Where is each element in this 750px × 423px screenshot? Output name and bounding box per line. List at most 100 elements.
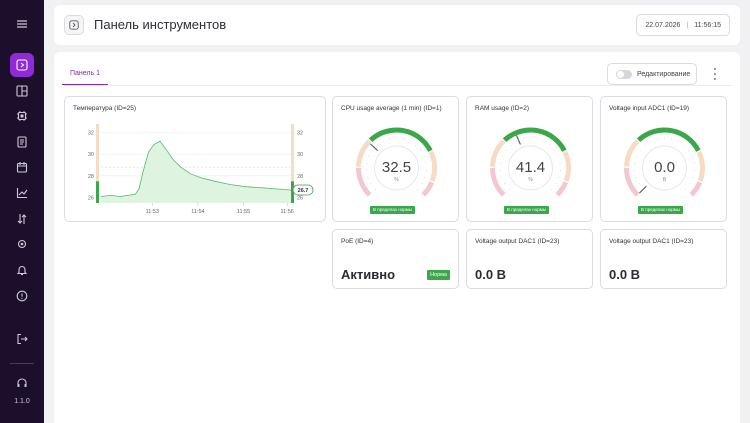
gauge-tick bbox=[557, 156, 559, 158]
poe-status-badge: Норма bbox=[427, 270, 450, 280]
cpu-gauge: 32.5% bbox=[356, 127, 437, 197]
x-tick-label: 11:55 bbox=[237, 209, 250, 215]
gauge-tick bbox=[692, 176, 694, 178]
gauge-tick bbox=[370, 183, 372, 185]
temperature-widget[interactable]: Температура (ID=25) 26 26 28 28 30 30 32 32 11:5… bbox=[64, 96, 326, 222]
y-tick-label-left: 32 bbox=[88, 130, 94, 136]
chip-icon[interactable] bbox=[10, 104, 34, 128]
temperature-chart: 26 26 28 28 30 30 32 32 11:53 11:54 11:55 11:56 26.7 bbox=[88, 124, 314, 215]
gauge-tick bbox=[374, 188, 376, 190]
gauge-tick bbox=[500, 162, 502, 164]
gauge-tick bbox=[671, 138, 672, 140]
bell-icon[interactable] bbox=[10, 258, 34, 282]
gauge-danger-low bbox=[356, 167, 372, 197]
sidebar: 1.1.0 bbox=[0, 0, 44, 423]
gauge-tick bbox=[403, 138, 404, 140]
collapse-button[interactable] bbox=[64, 15, 84, 35]
gauge-tick bbox=[664, 137, 665, 139]
gauge-tick bbox=[415, 144, 417, 146]
chart-icon[interactable] bbox=[10, 181, 34, 205]
gauge-warn-low bbox=[356, 139, 372, 167]
gauge-needle bbox=[516, 135, 521, 145]
gauge-tick bbox=[504, 183, 506, 185]
gauge-danger-high bbox=[689, 181, 703, 197]
poe-value: Активно bbox=[341, 267, 396, 282]
datetime-separator: | bbox=[686, 21, 689, 29]
gauge-tick bbox=[657, 138, 658, 140]
gauge-tick bbox=[424, 176, 426, 178]
gauge-tick bbox=[650, 140, 652, 142]
current-value-label: 26.7 bbox=[298, 188, 309, 194]
temperature-area bbox=[101, 141, 291, 203]
gauge-tick bbox=[516, 140, 518, 142]
dashboard-panel: Панель 1 Редактирование Температура (ID=… bbox=[54, 52, 740, 423]
adc-gauge: 0.0В bbox=[624, 127, 705, 197]
ram-gauge-widget[interactable]: RAM usage (ID=2) 41.4% В пределах нормы bbox=[466, 96, 593, 222]
gauge-tick bbox=[508, 188, 510, 190]
gear-icon[interactable] bbox=[10, 232, 34, 256]
tab-divider bbox=[62, 85, 732, 86]
more-options-button[interactable] bbox=[710, 66, 720, 82]
gauge-tick bbox=[382, 140, 384, 142]
gauge-danger-low bbox=[490, 167, 506, 197]
gauge-tick bbox=[683, 144, 685, 146]
transfer-icon[interactable] bbox=[10, 207, 34, 231]
gauge-value: 0.0 bbox=[654, 159, 675, 176]
cpu-gauge-widget[interactable]: CPU usage average (1 min) (ID=1) 32.5% В… bbox=[332, 96, 459, 222]
gauge-tick bbox=[423, 156, 425, 158]
gauge-tick bbox=[635, 176, 637, 178]
gauge-tick bbox=[368, 156, 370, 158]
gauge-tick bbox=[688, 149, 690, 151]
sidebar-divider bbox=[10, 363, 34, 364]
dac1-value: 0.0 В bbox=[475, 267, 507, 282]
gauge-tick bbox=[371, 149, 373, 151]
gauge-needle bbox=[370, 143, 378, 151]
gauge-tick bbox=[689, 183, 691, 185]
y-tick-label-right: 32 bbox=[297, 130, 303, 136]
ram-status-badge: В пределах нормы bbox=[504, 206, 550, 214]
calendar-icon[interactable] bbox=[10, 155, 34, 179]
adc-gauge-widget[interactable]: Voltage input ADC1 (ID=19) 0.0 В В предел… bbox=[600, 96, 727, 222]
gauge-tick bbox=[634, 162, 636, 164]
gauge-tick bbox=[409, 140, 411, 142]
gauge-tick bbox=[691, 156, 693, 158]
gauge-tick bbox=[537, 138, 538, 140]
dac1-title: Voltage output DAC1 (ID=23) bbox=[475, 238, 560, 245]
gauge-warn-high bbox=[696, 150, 705, 182]
dac2-widget[interactable]: Voltage output DAC1 (ID=23) 0.0 В bbox=[600, 229, 727, 289]
gauge-tick bbox=[639, 149, 641, 151]
y-tick-label-right: 26 bbox=[297, 196, 303, 202]
x-tick-label: 11:53 bbox=[146, 209, 159, 215]
gauge-tick bbox=[634, 169, 636, 171]
gauge-value: 41.4 bbox=[516, 159, 545, 176]
gauge-unit: % bbox=[394, 177, 399, 183]
date-text: 22.07.2026 bbox=[645, 21, 681, 29]
gauge-danger-low bbox=[624, 167, 640, 197]
logout-icon[interactable] bbox=[10, 327, 34, 351]
document-icon[interactable] bbox=[10, 130, 34, 154]
dashboard-icon[interactable] bbox=[10, 53, 34, 77]
poe-widget[interactable]: PoE (ID=4) Активно Норма bbox=[332, 229, 459, 289]
info-icon[interactable] bbox=[10, 284, 34, 308]
y-tick-label-right: 28 bbox=[297, 174, 303, 180]
datetime-display[interactable]: 22.07.2026 | 11:56:15 bbox=[636, 14, 730, 36]
gauge-tick bbox=[644, 144, 646, 146]
gauge-value: 32.5 bbox=[382, 159, 411, 176]
gauge-tick bbox=[425, 169, 427, 171]
header: Панель инструментов 22.07.2026 | 11:56:1… bbox=[54, 5, 740, 45]
edit-mode-toggle[interactable]: Редактирование bbox=[607, 63, 697, 85]
gauge-tick bbox=[367, 176, 369, 178]
dac1-widget[interactable]: Voltage output DAC1 (ID=23) 0.0 В bbox=[466, 229, 593, 289]
gauge-unit: % bbox=[528, 177, 533, 183]
gauge-tick bbox=[366, 162, 368, 164]
gauge-tick bbox=[559, 162, 561, 164]
dac2-title: Voltage output DAC1 (ID=23) bbox=[609, 238, 694, 245]
toggle-switch[interactable] bbox=[616, 69, 632, 79]
tab-panel-1[interactable]: Панель 1 bbox=[62, 66, 108, 86]
gauge-tick bbox=[543, 140, 545, 142]
headset-icon[interactable] bbox=[10, 371, 34, 395]
layout-icon[interactable] bbox=[10, 79, 34, 103]
gauge-tick bbox=[510, 144, 512, 146]
menu-icon[interactable] bbox=[10, 12, 34, 36]
gauge-tick bbox=[693, 162, 695, 164]
